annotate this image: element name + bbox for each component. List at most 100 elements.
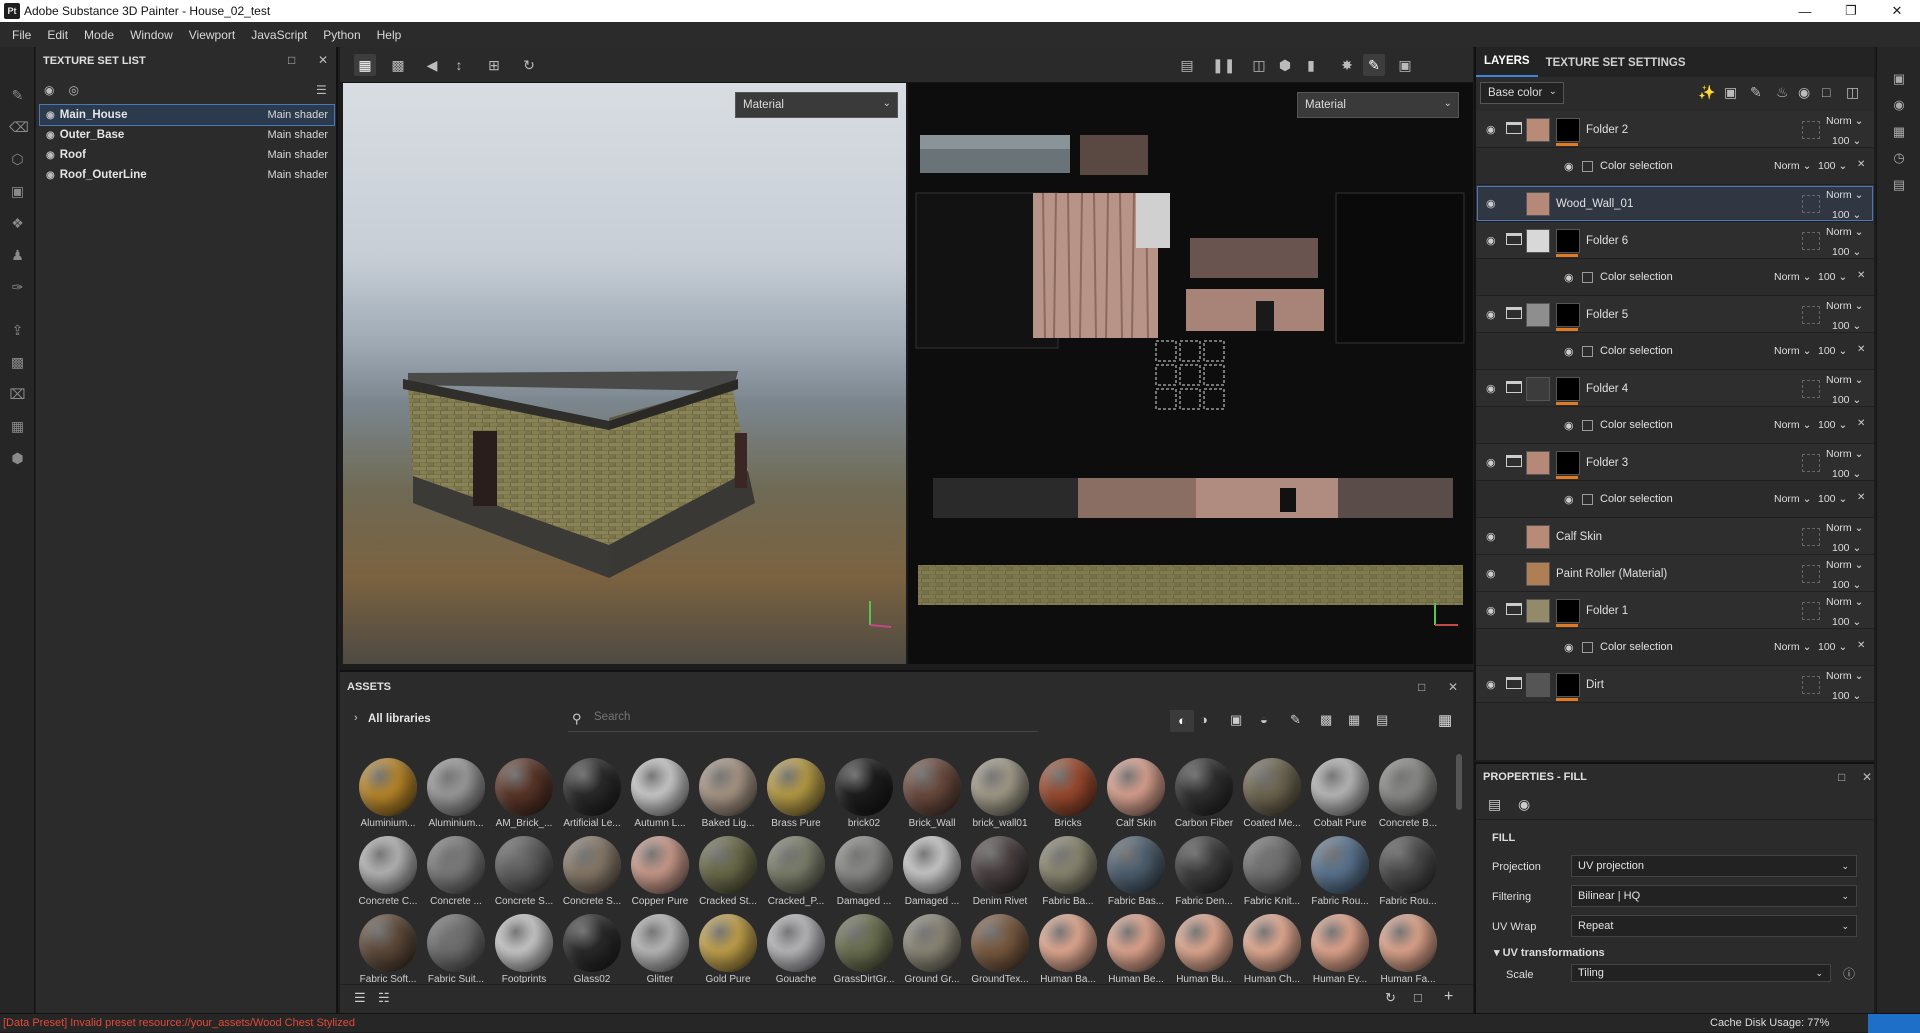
blend-mode[interactable]: Norm ⌄ — [1774, 160, 1811, 172]
split-view-icon[interactable]: ◫ — [1248, 54, 1270, 76]
history-icon[interactable]: ◷ — [1890, 150, 1908, 168]
eye-icon[interactable]: ◉ — [1486, 456, 1496, 469]
close-icon[interactable]: ✕ — [1874, 0, 1920, 22]
filter-masks-icon[interactable]: ▣ — [1230, 712, 1242, 728]
shader-name[interactable]: Main shader — [267, 169, 328, 181]
remove-effect-icon[interactable]: ✕ — [1857, 159, 1865, 170]
clone-stamp-icon[interactable]: ♟ — [9, 247, 26, 264]
remove-effect-icon[interactable]: ✕ — [1857, 640, 1865, 651]
blend-mode[interactable]: Norm ⌄ — [1774, 345, 1811, 357]
mask-thumbnail[interactable] — [1556, 229, 1580, 253]
effect-checkbox[interactable] — [1582, 346, 1593, 357]
viewport-3d[interactable]: Material ⌄ — [343, 83, 906, 664]
blend-mode[interactable]: Norm ⌄ — [1774, 419, 1811, 431]
scale-dropdown[interactable]: Tiling ⌄ — [1571, 964, 1831, 982]
opacity[interactable]: 100 ⌄ — [1832, 542, 1861, 554]
asset-tile[interactable]: Aluminium... — [354, 758, 422, 829]
menu-window[interactable]: Window — [122, 28, 181, 42]
smudge-icon[interactable]: ❖ — [9, 215, 26, 232]
undock-icon[interactable]: □ — [1418, 680, 1425, 694]
menu-javascript[interactable]: JavaScript — [243, 28, 315, 42]
asset-tile[interactable]: Brass Pure — [762, 758, 830, 829]
maximize-icon[interactable]: ❐ — [1828, 0, 1874, 22]
texture-set-item[interactable]: ◉ Roof Main shader — [40, 145, 334, 165]
mask-thumbnail[interactable] — [1556, 377, 1580, 401]
folder-icon[interactable] — [1506, 381, 1522, 393]
layer-folder-row[interactable]: ◉ Dirt Norm ⌄ 100 ⌄ — [1476, 666, 1874, 703]
asset-tile[interactable]: Baked Lig... — [694, 758, 762, 829]
asset-tile[interactable]: Gouache — [762, 914, 830, 983]
library-selector[interactable]: All libraries — [368, 713, 431, 725]
opacity[interactable]: 100 ⌄ — [1832, 690, 1861, 702]
screenshot-camera-icon[interactable]: ▣ — [1394, 54, 1416, 76]
particles-icon[interactable]: ✸ — [1336, 54, 1358, 76]
add-fill-layer-icon[interactable]: ♨ — [1776, 84, 1789, 101]
add-mask-icon[interactable]: ▣ — [1724, 84, 1737, 101]
mask-thumbnail[interactable] — [1556, 118, 1580, 142]
hide-ui-icon[interactable]: ▤ — [1176, 54, 1198, 76]
opacity[interactable]: 100 ⌄ — [1818, 419, 1847, 431]
projection-icon[interactable]: ⬡ — [9, 151, 26, 168]
mask-effect-row[interactable]: ◉ Color selection Norm ⌄ 100 ⌄ ✕ — [1476, 148, 1874, 185]
opacity[interactable]: 100 ⌄ — [1832, 246, 1861, 258]
asset-tile[interactable]: Fabric Soft... — [354, 914, 422, 983]
channel-dropdown[interactable]: Base color ⌄ — [1480, 82, 1564, 104]
effect-checkbox[interactable] — [1582, 272, 1593, 283]
folder-icon[interactable] — [1506, 603, 1522, 615]
log-icon[interactable]: ▤ — [1890, 177, 1908, 195]
shader-name[interactable]: Main shader — [267, 149, 328, 161]
search-input[interactable] — [594, 711, 1014, 723]
asset-tile[interactable]: Coated Me... — [1238, 758, 1306, 829]
asset-tile[interactable]: Copper Pure — [626, 836, 694, 907]
add-folder-icon[interactable]: □ — [1822, 84, 1830, 100]
remove-effect-icon[interactable]: ✕ — [1857, 270, 1865, 281]
menu-icon[interactable]: ☰ — [316, 83, 327, 97]
eye-icon[interactable]: ◉ — [46, 130, 55, 141]
eye-icon[interactable]: ◉ — [1486, 197, 1496, 210]
eye-icon[interactable]: ◉ — [1564, 493, 1574, 506]
menu-file[interactable]: File — [4, 28, 39, 42]
close-panel-icon[interactable]: ✕ — [318, 53, 328, 67]
undock-icon[interactable]: □ — [1838, 770, 1845, 784]
asset-tile[interactable]: Human Be... — [1102, 914, 1170, 983]
eye-icon[interactable]: ◉ — [1564, 345, 1574, 358]
layer-name[interactable]: Folder 4 — [1586, 383, 1628, 395]
layer-name[interactable]: Folder 3 — [1586, 457, 1628, 469]
asset-tile[interactable]: AM_Brick_... — [490, 758, 558, 829]
eye-icon[interactable]: ◉ — [46, 110, 55, 121]
add-effect-icon[interactable]: ✨ — [1698, 84, 1715, 101]
blend-mode[interactable]: Norm ⌄ — [1826, 596, 1863, 608]
list-view-icon[interactable]: ☰ — [354, 990, 366, 1006]
layer-folder-row[interactable]: ◉ Folder 2 Norm ⌄ 100 ⌄ — [1476, 111, 1874, 148]
eye-icon[interactable]: ◉ — [1564, 160, 1574, 173]
opacity[interactable]: 100 ⌄ — [1832, 579, 1861, 591]
menu-python[interactable]: Python — [315, 28, 368, 42]
menu-mode[interactable]: Mode — [76, 28, 122, 42]
asset-tile[interactable]: Concrete S... — [490, 836, 558, 907]
shader-name[interactable]: Main shader — [267, 129, 328, 141]
minimize-icon[interactable]: — — [1782, 0, 1828, 22]
measure-icon[interactable]: ⌧ — [9, 386, 26, 403]
folder-icon[interactable] — [1506, 677, 1522, 689]
eye-icon[interactable]: ◉ — [1564, 641, 1574, 654]
eye-icon[interactable]: ◎ — [68, 83, 78, 97]
viewport-2d-mode-dropdown[interactable]: Material ⌄ — [1297, 92, 1459, 118]
layer-name[interactable]: Folder 6 — [1586, 235, 1628, 247]
remove-effect-icon[interactable]: ✕ — [1857, 418, 1865, 429]
assets-scrollbar[interactable] — [1456, 754, 1462, 810]
asset-tile[interactable]: Fabric Den... — [1170, 836, 1238, 907]
folder-icon[interactable] — [1506, 233, 1522, 245]
remove-effect-icon[interactable]: ✕ — [1857, 344, 1865, 355]
blend-mode[interactable]: Norm ⌄ — [1774, 271, 1811, 283]
blend-mode[interactable]: Norm ⌄ — [1826, 115, 1863, 127]
asset-tile[interactable]: Glitter — [626, 914, 694, 983]
blend-mode[interactable]: Norm ⌄ — [1826, 189, 1863, 201]
asset-tile[interactable]: Human Ey... — [1306, 914, 1374, 983]
layer-name[interactable]: Wood_Wall_01 — [1556, 198, 1633, 210]
asset-tile[interactable]: Bricks — [1034, 758, 1102, 829]
folder-icon[interactable] — [1506, 455, 1522, 467]
document-icon[interactable]: ▦ — [9, 418, 26, 435]
asset-tile[interactable]: Fabric Ba... — [1034, 836, 1102, 907]
eye-icon[interactable]: ◉ — [46, 170, 55, 181]
camera-video-icon[interactable]: ▮ — [1300, 54, 1322, 76]
